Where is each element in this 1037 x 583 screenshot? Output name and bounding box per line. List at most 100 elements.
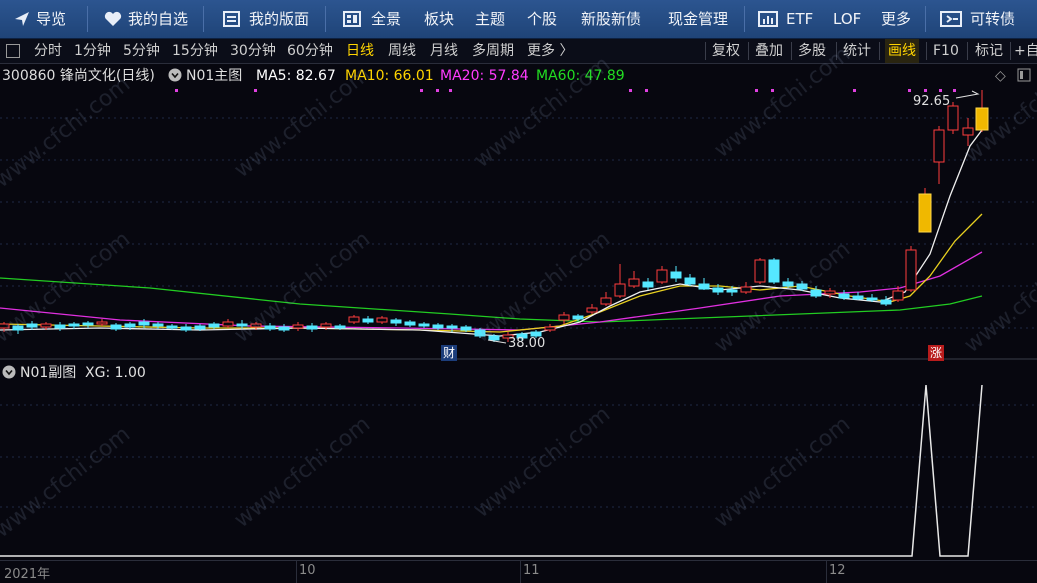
signal-dot (924, 89, 927, 92)
draw-line-button[interactable]: 画线 (885, 39, 919, 63)
candle-body (376, 317, 388, 323)
high-arrow (955, 90, 980, 99)
candle-body (880, 299, 892, 305)
grid-icon (343, 11, 361, 27)
signal-dot (939, 89, 942, 92)
nav-item-sector[interactable]: 板块 (424, 0, 454, 38)
period-tab[interactable]: 月线 (430, 39, 458, 63)
top-nav: 导览 我的自选 我的版面 全景 板块 主题 个股 新股新债 现金管理 ETF L… (0, 0, 1037, 39)
nav-label: 个股 (527, 10, 558, 28)
heart-icon (104, 11, 122, 26)
xg-value: XG: 1.00 (85, 365, 146, 381)
signal-dot (420, 89, 423, 92)
add-custom-button[interactable]: +自 (1014, 39, 1037, 63)
period-tab[interactable]: 1分钟 (74, 39, 111, 63)
overlay-button[interactable]: 叠加 (755, 39, 783, 63)
chart-icon (758, 11, 778, 27)
f10-button[interactable]: F10 (933, 39, 959, 63)
candle-body (544, 326, 556, 331)
candle-body (320, 323, 332, 328)
nav-label: 全景 (371, 10, 402, 28)
more-periods-button[interactable]: 更多 〉 (527, 39, 573, 63)
period-tab[interactable]: 30分钟 (230, 39, 276, 63)
period-tab[interactable]: 多周期 (472, 39, 514, 63)
candle-body (712, 287, 724, 293)
main-indicator-name: N01主图 (186, 68, 243, 84)
candle-body (446, 325, 458, 329)
signal-dot (436, 89, 439, 92)
mark-button[interactable]: 标记 (975, 39, 1003, 63)
arrow-icon (15, 12, 29, 26)
adjust-button[interactable]: 复权 (712, 39, 740, 63)
period-tab[interactable]: 分时 (34, 39, 62, 63)
period-tab[interactable]: 周线 (388, 39, 416, 63)
candle-body (824, 290, 836, 295)
nav-label: 新股新债 (581, 10, 642, 28)
indicator-dropdown-icon[interactable] (168, 66, 182, 86)
candle-body (40, 323, 52, 328)
candle-body (740, 286, 752, 293)
nav-item-theme[interactable]: 主题 (475, 0, 505, 38)
panel-toggle-icon[interactable] (6, 44, 20, 58)
window-icon[interactable] (1017, 66, 1031, 86)
candle-body (54, 324, 66, 329)
nav-item-guide[interactable]: 导览 (14, 0, 66, 38)
candle-body (892, 290, 904, 301)
candle-body (684, 277, 696, 285)
signal-dot (629, 89, 632, 92)
nav-label: 板块 (424, 10, 455, 28)
nav-item-ipo[interactable]: 新股新债 (581, 0, 641, 38)
nav-item-layout[interactable]: 我的版面 (223, 0, 309, 38)
candle-body (194, 325, 206, 330)
candle-body (947, 105, 959, 131)
period-tab[interactable]: 5分钟 (123, 39, 160, 63)
nav-item-watchlist[interactable]: 我的自选 (104, 0, 188, 38)
period-tab[interactable]: 15分钟 (172, 39, 218, 63)
nav-item-convertible[interactable]: 可转债 (940, 0, 1015, 38)
nav-label: 我的自选 (128, 10, 189, 28)
candle-body (278, 326, 290, 331)
candle-body (600, 297, 612, 305)
nav-item-etf[interactable]: ETF (758, 0, 813, 38)
candle-body (670, 271, 682, 279)
candle-body (292, 324, 304, 329)
nav-item-cash[interactable]: 现金管理 (668, 0, 728, 38)
candle-body (180, 326, 192, 331)
candle-body (362, 318, 374, 323)
period-tab-active[interactable]: 日线 (346, 39, 374, 63)
nav-item-more[interactable]: 更多 (881, 0, 911, 38)
candle-body (390, 319, 402, 324)
xg-signal-line (0, 384, 983, 557)
candle-body (348, 316, 360, 323)
nav-item-stock[interactable]: 个股 (527, 0, 557, 38)
candle-body (768, 259, 780, 283)
candle-body (208, 323, 220, 328)
candle-body (933, 129, 945, 163)
stock-title: 300860 锋尚文化(日线) (2, 68, 155, 84)
x-axis-label: 10 (299, 563, 316, 578)
period-tab[interactable]: 60分钟 (287, 39, 333, 63)
finance-tag[interactable]: 财 (441, 345, 458, 361)
nav-label: LOF (833, 10, 862, 28)
nav-label: 更多 (881, 10, 912, 28)
candle-body (558, 314, 570, 321)
sub-indicator-dropdown-icon[interactable] (2, 363, 16, 383)
candle-body (404, 321, 416, 326)
candle-body (572, 315, 584, 320)
ma20-value: MA20: 57.84 (440, 68, 529, 84)
candle-body (82, 322, 94, 326)
signal-dot (254, 89, 257, 92)
high-price-label: 92.65 (913, 94, 950, 109)
signal-dot (908, 89, 911, 92)
diamond-icon[interactable]: ◇ (995, 66, 1006, 86)
signal-dot (953, 89, 956, 92)
nav-item-panorama[interactable]: 全景 (343, 0, 401, 38)
candle-body (306, 325, 318, 330)
candle-body (68, 323, 80, 327)
limit-up-tag[interactable]: 涨 (928, 345, 945, 361)
bond-icon (940, 11, 962, 27)
x-axis: 2021年 10 11 12 (0, 560, 1037, 583)
nav-label: 主题 (475, 10, 506, 28)
nav-item-lof[interactable]: LOF (833, 0, 861, 38)
candle-body (124, 323, 136, 328)
